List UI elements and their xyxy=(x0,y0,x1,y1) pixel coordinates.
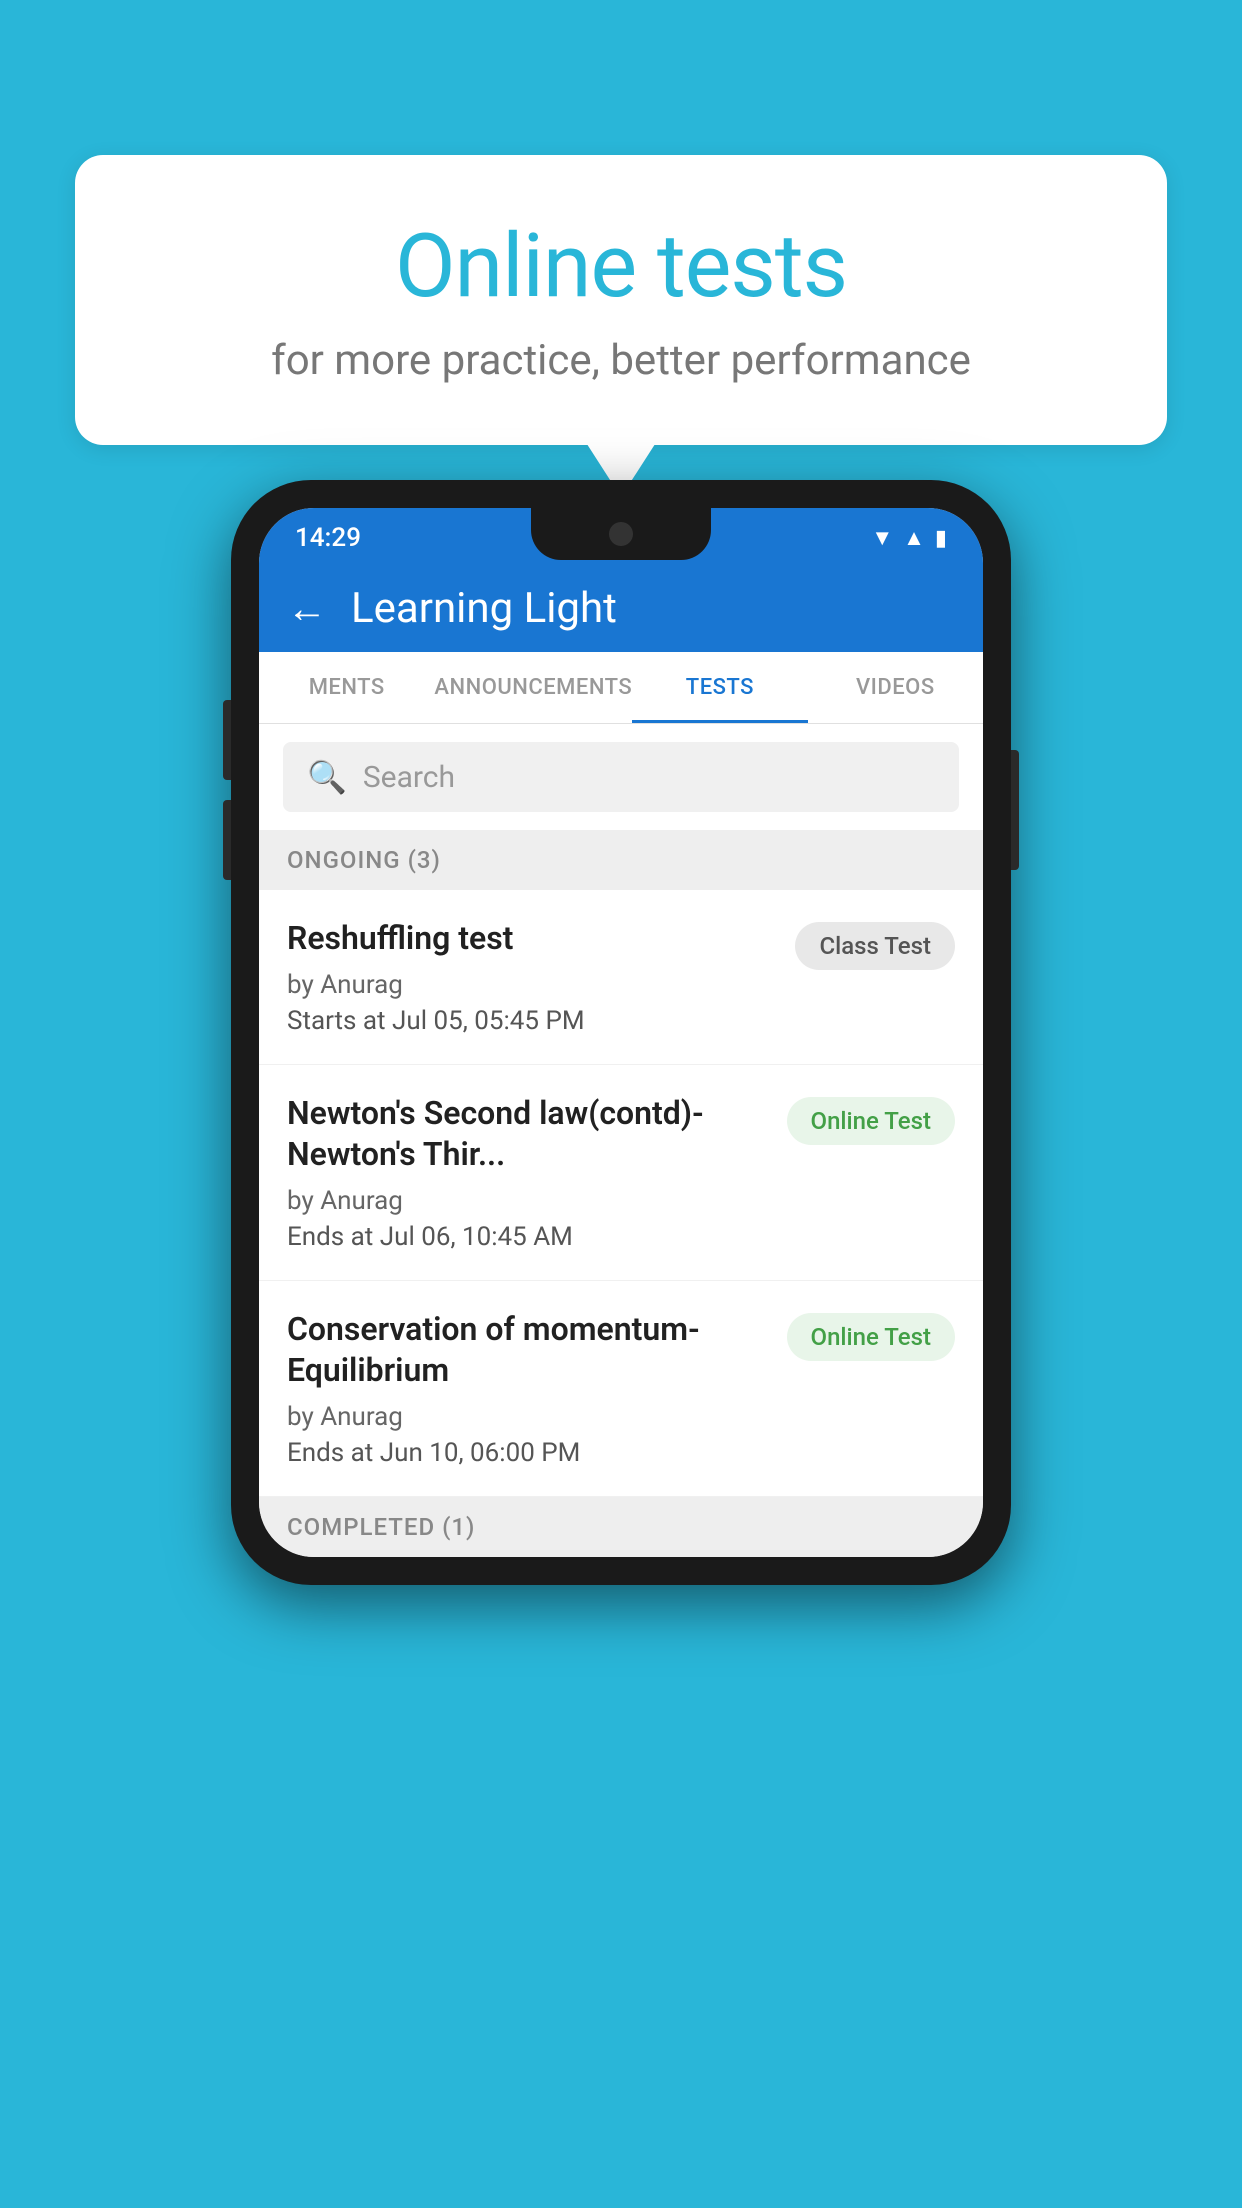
tab-tests[interactable]: TESTS xyxy=(632,652,807,723)
test-author: by Anurag xyxy=(287,970,775,1000)
test-name: Newton's Second law(contd)-Newton's Thir… xyxy=(287,1093,767,1176)
ongoing-section-header: ONGOING (3) xyxy=(259,830,983,890)
search-placeholder: Search xyxy=(363,760,455,795)
power-button[interactable] xyxy=(1011,750,1019,870)
test-time: Ends at Jul 06, 10:45 AM xyxy=(287,1222,767,1252)
volume-down-button[interactable] xyxy=(223,800,231,880)
test-list: Reshuffling test by Anurag Starts at Jul… xyxy=(259,890,983,1497)
test-item-info: Newton's Second law(contd)-Newton's Thir… xyxy=(287,1093,787,1252)
ongoing-section-title: ONGOING (3) xyxy=(287,846,441,874)
phone-frame: 14:29 ▼ ▲ ▮ ← Learning Light MENTS ANNOU… xyxy=(231,480,1011,1585)
bubble-subtitle: for more practice, better performance xyxy=(155,336,1087,385)
test-item[interactable]: Reshuffling test by Anurag Starts at Jul… xyxy=(259,890,983,1065)
completed-section-title: COMPLETED (1) xyxy=(287,1513,475,1541)
test-item[interactable]: Newton's Second law(contd)-Newton's Thir… xyxy=(259,1065,983,1281)
test-badge-online: Online Test xyxy=(787,1313,955,1361)
bubble-title: Online tests xyxy=(155,215,1087,318)
volume-up-button[interactable] xyxy=(223,700,231,780)
speech-bubble-container: Online tests for more practice, better p… xyxy=(75,155,1167,445)
front-camera xyxy=(609,522,633,546)
test-item[interactable]: Conservation of momentum-Equilibrium by … xyxy=(259,1281,983,1497)
test-badge-class: Class Test xyxy=(795,922,955,970)
test-item-info: Reshuffling test by Anurag Starts at Jul… xyxy=(287,918,795,1036)
phone-container: 14:29 ▼ ▲ ▮ ← Learning Light MENTS ANNOU… xyxy=(231,480,1011,1585)
test-time: Starts at Jul 05, 05:45 PM xyxy=(287,1006,775,1036)
tab-assignments[interactable]: MENTS xyxy=(259,652,434,723)
phone-notch xyxy=(531,508,711,560)
test-name: Reshuffling test xyxy=(287,918,775,960)
test-item-info: Conservation of momentum-Equilibrium by … xyxy=(287,1309,787,1468)
signal-icon: ▲ xyxy=(903,525,925,551)
search-icon: 🔍 xyxy=(307,758,347,796)
back-button[interactable]: ← xyxy=(287,585,327,632)
search-input[interactable]: 🔍 Search xyxy=(283,742,959,812)
app-title: Learning Light xyxy=(351,584,617,633)
tabs-container: MENTS ANNOUNCEMENTS TESTS VIDEOS xyxy=(259,652,983,724)
completed-section-header: COMPLETED (1) xyxy=(259,1497,983,1557)
tab-videos[interactable]: VIDEOS xyxy=(808,652,983,723)
test-time: Ends at Jun 10, 06:00 PM xyxy=(287,1438,767,1468)
status-time: 14:29 xyxy=(295,523,361,553)
app-header: ← Learning Light xyxy=(259,564,983,652)
test-author: by Anurag xyxy=(287,1186,767,1216)
test-name: Conservation of momentum-Equilibrium xyxy=(287,1309,767,1392)
battery-icon: ▮ xyxy=(935,526,947,551)
phone-screen: 14:29 ▼ ▲ ▮ ← Learning Light MENTS ANNOU… xyxy=(259,508,983,1557)
search-container: 🔍 Search xyxy=(259,724,983,830)
test-badge-online: Online Test xyxy=(787,1097,955,1145)
speech-bubble: Online tests for more practice, better p… xyxy=(75,155,1167,445)
wifi-icon: ▼ xyxy=(871,525,893,551)
test-author: by Anurag xyxy=(287,1402,767,1432)
status-icons: ▼ ▲ ▮ xyxy=(871,525,947,551)
tab-announcements[interactable]: ANNOUNCEMENTS xyxy=(434,652,632,723)
